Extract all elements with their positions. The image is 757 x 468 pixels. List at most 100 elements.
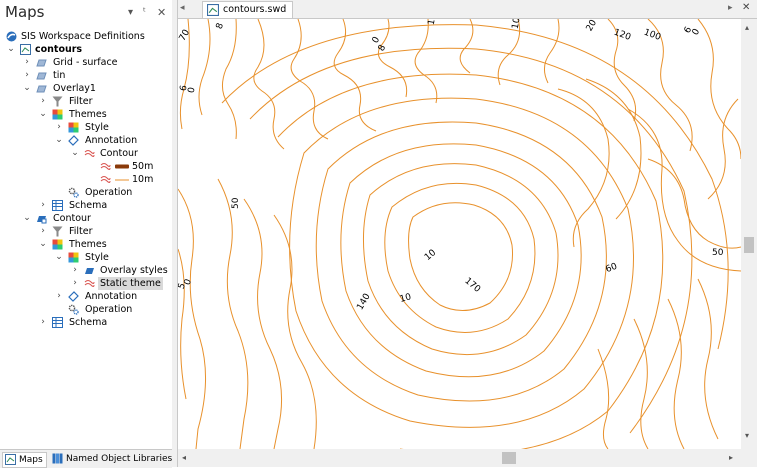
expand-icon[interactable]: › [22, 56, 32, 69]
tree-label: Grid - surface [53, 57, 118, 68]
tree-label: Filter [69, 96, 93, 107]
map-document-icon [5, 454, 16, 465]
collapse-icon[interactable]: ⌄ [22, 82, 32, 95]
contour-label: 20 [585, 19, 600, 33]
filter-icon [52, 96, 63, 107]
map-view[interactable]: 70 8 0 8 6 0 10 10 20 120 100 6 0 50 10 … [178, 19, 741, 449]
collapse-icon[interactable]: ⌄ [38, 238, 48, 251]
panel-tabs: Maps Named Object Libraries [0, 449, 172, 468]
contour-line-icon [100, 176, 111, 183]
scroll-up-icon[interactable]: ▴ [745, 23, 749, 32]
scroll-down-icon[interactable]: ▾ [745, 431, 749, 440]
expand-icon[interactable]: › [70, 264, 80, 277]
tab-named-object-libraries[interactable]: Named Object Libraries [50, 452, 172, 466]
collapse-icon[interactable]: ⌄ [70, 147, 80, 160]
tree-label: Themes [69, 239, 107, 250]
contour-label: 0 [691, 27, 703, 37]
contour-label: 10 [399, 292, 413, 305]
expand-icon[interactable]: › [22, 69, 32, 82]
document-tab-bar: ◂ contours.swd ▸ ✕ [178, 0, 757, 19]
thick-line-swatch-icon [115, 164, 129, 169]
tree-label: tin [53, 70, 66, 81]
contour-label: 8 [215, 22, 226, 31]
tree-label: Style [85, 252, 109, 263]
scroll-left-icon[interactable]: ◂ [182, 453, 186, 462]
tree-label: contours [35, 44, 83, 55]
overlay-icon [36, 72, 47, 80]
close-icon[interactable]: ✕ [157, 6, 166, 19]
gears-icon [68, 187, 79, 198]
contour-label: 0 [371, 35, 383, 45]
tab-contours-swd[interactable]: contours.swd [202, 1, 294, 18]
contour-label: 140 [355, 292, 372, 312]
collapse-icon[interactable]: ⌄ [6, 43, 16, 56]
tree-label: Filter [69, 226, 93, 237]
contour-line-icon [84, 280, 95, 287]
expand-icon[interactable]: › [38, 95, 48, 108]
expand-icon[interactable]: › [70, 277, 80, 290]
panel-menu-icon[interactable]: ▾ [128, 7, 133, 18]
contour-label: 0 [187, 86, 198, 94]
overlay-icon [36, 85, 47, 93]
expand-icon[interactable]: › [54, 290, 64, 303]
close-document-icon[interactable]: ✕ [742, 2, 750, 13]
tree-label: Annotation [85, 291, 138, 302]
collapse-icon[interactable]: ⌄ [54, 251, 64, 264]
tab-label: Maps [19, 455, 43, 465]
contour-label: 100 [642, 28, 662, 43]
tree-label: Schema [69, 200, 108, 211]
thin-line-swatch-icon [115, 179, 129, 181]
map-document-icon [207, 4, 219, 16]
panel-header: Maps ▾ ᵗ ✕ [0, 0, 172, 26]
contour-map[interactable]: 70 8 0 8 6 0 10 10 20 120 100 6 0 50 10 … [178, 19, 741, 449]
style-icon [68, 252, 79, 263]
expand-icon[interactable]: › [54, 121, 64, 134]
tab-label: contours.swd [223, 4, 287, 15]
vertical-scrollbar[interactable]: ▴ ▾ [741, 19, 757, 449]
horizontal-scrollbar[interactable]: ◂ ▸ [178, 449, 741, 467]
tree-label: Overlay1 [53, 83, 96, 94]
scroll-tabs-right-icon[interactable]: ▸ [728, 3, 733, 13]
tree-label: Operation [85, 187, 133, 198]
contour-label: 120 [612, 28, 632, 43]
tree-label: Annotation [85, 135, 138, 146]
scroll-right-icon[interactable]: ▸ [729, 453, 733, 462]
contour-label: 170 [462, 276, 482, 295]
tree-label: Contour [53, 213, 91, 224]
pin-icon[interactable]: ᵗ [143, 7, 146, 18]
contour-label: 70 [178, 28, 192, 43]
maps-panel: Maps ▾ ᵗ ✕ SIS Workspace Definitions ⌄ c… [0, 0, 173, 468]
tab-maps[interactable]: Maps [2, 452, 47, 468]
collapse-icon[interactable]: ⌄ [38, 108, 48, 121]
filter-icon [52, 226, 63, 237]
collapse-icon[interactable]: ⌄ [22, 212, 32, 225]
scrollbar-corner [741, 449, 757, 467]
style-icon [68, 122, 79, 133]
panel-title: Maps [5, 3, 45, 21]
horizontal-scroll-thumb[interactable] [502, 452, 516, 464]
themes-icon [52, 109, 63, 120]
scroll-tabs-left-icon[interactable]: ◂ [180, 3, 185, 13]
workspace-tree: SIS Workspace Definitions ⌄ contours › G… [0, 28, 172, 446]
tree-label: Contour [100, 148, 138, 159]
expand-icon[interactable]: › [38, 199, 48, 212]
contour-label: 50 [231, 197, 241, 209]
contour-label: 10 [423, 248, 438, 263]
tree-label: Operation [85, 304, 133, 315]
collapse-icon[interactable]: ⌄ [54, 134, 64, 147]
vertical-scroll-thumb[interactable] [744, 237, 754, 253]
tree-label: 50m [132, 161, 154, 172]
tab-label: Named Object Libraries [66, 454, 173, 464]
tree-label: SIS Workspace Definitions [21, 31, 145, 42]
expand-icon[interactable]: › [38, 316, 48, 329]
sis-logo-icon [6, 31, 17, 42]
contour-label: 50 [712, 248, 724, 258]
overlay-styles-icon [85, 268, 94, 274]
tree-label: Overlay styles [100, 265, 168, 276]
annotation-icon [68, 291, 79, 302]
annotation-icon [68, 135, 79, 146]
overlay-icon [36, 59, 47, 67]
contour-overlay-icon [37, 216, 47, 224]
expand-icon[interactable]: › [38, 225, 48, 238]
tree-label-selected: Static theme [98, 277, 163, 290]
